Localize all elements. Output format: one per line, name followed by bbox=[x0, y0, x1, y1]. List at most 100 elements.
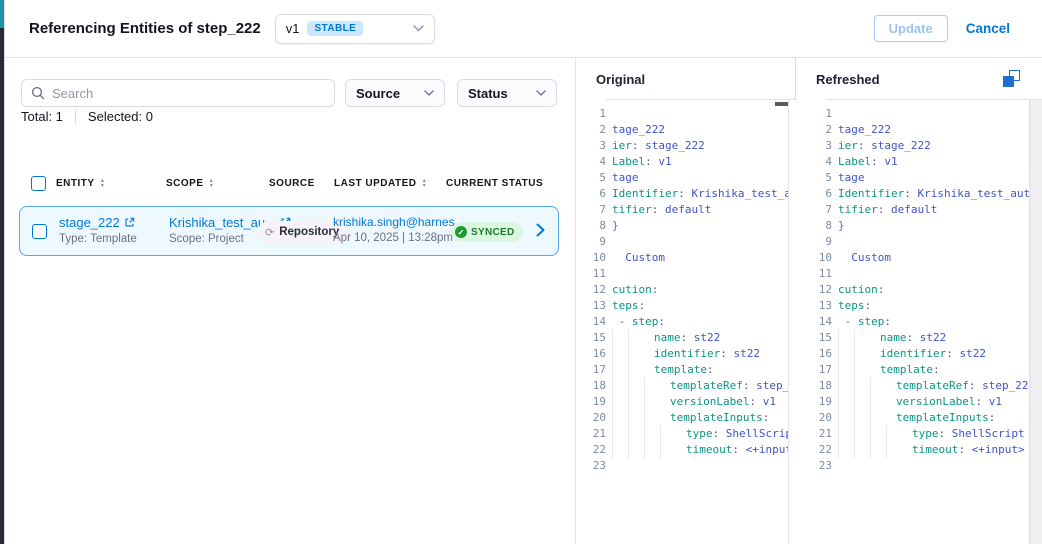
indent-guide bbox=[628, 330, 644, 346]
line-number: 4 bbox=[584, 154, 606, 170]
indent-guide bbox=[870, 394, 886, 410]
line-number: 13 bbox=[810, 298, 832, 314]
line-number: 22 bbox=[584, 442, 606, 458]
code-line: 2tage_222 bbox=[810, 122, 1029, 138]
indent-guide bbox=[612, 378, 628, 394]
column-header-source: SOURCE bbox=[269, 178, 315, 189]
line-number: 11 bbox=[810, 266, 832, 282]
cancel-button[interactable]: Cancel bbox=[966, 21, 1010, 36]
code-line: 13teps: bbox=[584, 298, 788, 314]
line-number: 10 bbox=[810, 250, 832, 266]
code-line: 18templateRef: step_222 bbox=[810, 378, 1029, 394]
column-header-scope[interactable]: SCOPE ▲▼ bbox=[166, 178, 214, 189]
code-line: 13teps: bbox=[810, 298, 1029, 314]
indent-guide bbox=[628, 394, 644, 410]
code-line: 11 bbox=[810, 266, 1029, 282]
indent-guide bbox=[838, 346, 854, 362]
indent-guide bbox=[612, 362, 628, 378]
sort-icon[interactable]: ▲▼ bbox=[209, 179, 215, 188]
line-number: 5 bbox=[584, 170, 606, 186]
indent-guide bbox=[644, 378, 660, 394]
entities-pane: Source Status Total: 1 Selected: 0 ENTIT… bbox=[5, 58, 576, 544]
code-text: templateInputs: bbox=[896, 410, 995, 426]
entity-cell: stage_222 Type: Template bbox=[59, 215, 137, 245]
code-line: 14 - step: bbox=[810, 314, 1029, 330]
update-button[interactable]: Update bbox=[874, 15, 948, 42]
code-line: 11 bbox=[584, 266, 788, 282]
line-number: 18 bbox=[584, 378, 606, 394]
code-text: type: ShellScript bbox=[912, 426, 1025, 442]
line-number: 20 bbox=[584, 410, 606, 426]
line-number: 3 bbox=[810, 138, 832, 154]
line-number: 6 bbox=[584, 186, 606, 202]
code-text: - step: bbox=[838, 314, 891, 330]
sort-icon[interactable]: ▲▼ bbox=[421, 179, 427, 188]
indent-guide bbox=[854, 426, 870, 442]
line-number: 11 bbox=[584, 266, 606, 282]
code-line: 15name: st22 bbox=[584, 330, 788, 346]
table-header: ENTITY ▲▼ SCOPE ▲▼ SOURCE LAST UPDATED ▲… bbox=[5, 176, 575, 194]
code-line: 7tifier: default bbox=[584, 202, 788, 218]
code-line: 21type: ShellScript bbox=[810, 426, 1029, 442]
row-checkbox[interactable] bbox=[32, 224, 47, 239]
code-text: tifier: default bbox=[838, 202, 937, 218]
indent-guide bbox=[660, 426, 676, 442]
search-icon bbox=[31, 86, 45, 100]
column-header-last-updated[interactable]: LAST UPDATED ▲▼ bbox=[334, 178, 427, 189]
code-text: versionLabel: v1 bbox=[670, 394, 776, 410]
indent-guide bbox=[838, 378, 854, 394]
select-all-checkbox[interactable] bbox=[31, 176, 46, 191]
code-line: 20templateInputs: bbox=[810, 410, 1029, 426]
line-number: 14 bbox=[584, 314, 606, 330]
line-number: 8 bbox=[810, 218, 832, 234]
version-select[interactable]: v1 STABLE bbox=[275, 14, 435, 44]
updated-at: Apr 10, 2025 | 13:28pm bbox=[333, 232, 465, 244]
code-text: Label: v1 bbox=[612, 154, 672, 170]
indent-guide bbox=[854, 346, 870, 362]
line-number: 14 bbox=[810, 314, 832, 330]
indent-guide bbox=[854, 362, 870, 378]
line-number: 18 bbox=[810, 378, 832, 394]
line-number: 23 bbox=[584, 458, 606, 474]
indent-guide bbox=[838, 442, 854, 458]
copy-icon[interactable] bbox=[1003, 70, 1020, 87]
line-number: 16 bbox=[584, 346, 606, 362]
code-text: Label: v1 bbox=[838, 154, 898, 170]
code-line: 12cution: bbox=[584, 282, 788, 298]
divider bbox=[75, 109, 76, 124]
code-line: 16identifier: st22 bbox=[584, 346, 788, 362]
code-text: type: ShellScript bbox=[686, 426, 788, 442]
external-link-icon[interactable] bbox=[124, 217, 135, 228]
refreshed-code-editor[interactable]: 12tage_2223ier: stage_2224Label: v15tage… bbox=[810, 100, 1030, 544]
original-code-editor[interactable]: 12tage_2223ier: stage_2224Label: v15tage… bbox=[584, 100, 789, 544]
indent-guide bbox=[838, 394, 854, 410]
chevron-down-icon bbox=[413, 25, 424, 32]
code-text: ier: stage_222 bbox=[838, 138, 931, 154]
scrollbar-thumb[interactable] bbox=[775, 102, 788, 106]
chevron-right-icon[interactable] bbox=[536, 223, 545, 237]
search-input[interactable] bbox=[52, 86, 325, 101]
line-number: 21 bbox=[584, 426, 606, 442]
status-filter-select[interactable]: Status bbox=[457, 79, 557, 107]
indent-guide bbox=[870, 378, 886, 394]
sort-icon[interactable]: ▲▼ bbox=[100, 179, 106, 188]
scrollbar-track[interactable] bbox=[1030, 100, 1042, 544]
indent-guide bbox=[870, 410, 886, 426]
code-text: timeout: <+input> bbox=[686, 442, 788, 458]
column-header-current-status: CURRENT STATUS bbox=[446, 178, 543, 189]
line-number: 15 bbox=[810, 330, 832, 346]
table-row[interactable]: stage_222 Type: Template Krishika_test_a… bbox=[19, 206, 559, 256]
code-line: 19versionLabel: v1 bbox=[584, 394, 788, 410]
code-text: templateInputs: bbox=[670, 410, 769, 426]
indent-guide bbox=[628, 410, 644, 426]
code-text: versionLabel: v1 bbox=[896, 394, 1002, 410]
code-text: name: st22 bbox=[880, 330, 946, 346]
indent-guide bbox=[612, 410, 628, 426]
source-filter-select[interactable]: Source bbox=[345, 79, 445, 107]
code-line: 2tage_222 bbox=[584, 122, 788, 138]
search-box[interactable] bbox=[21, 79, 335, 107]
entity-link[interactable]: stage_222 bbox=[59, 215, 120, 230]
line-number: 17 bbox=[584, 362, 606, 378]
code-text: timeout: <+input> bbox=[912, 442, 1025, 458]
column-header-entity[interactable]: ENTITY ▲▼ bbox=[56, 178, 106, 189]
